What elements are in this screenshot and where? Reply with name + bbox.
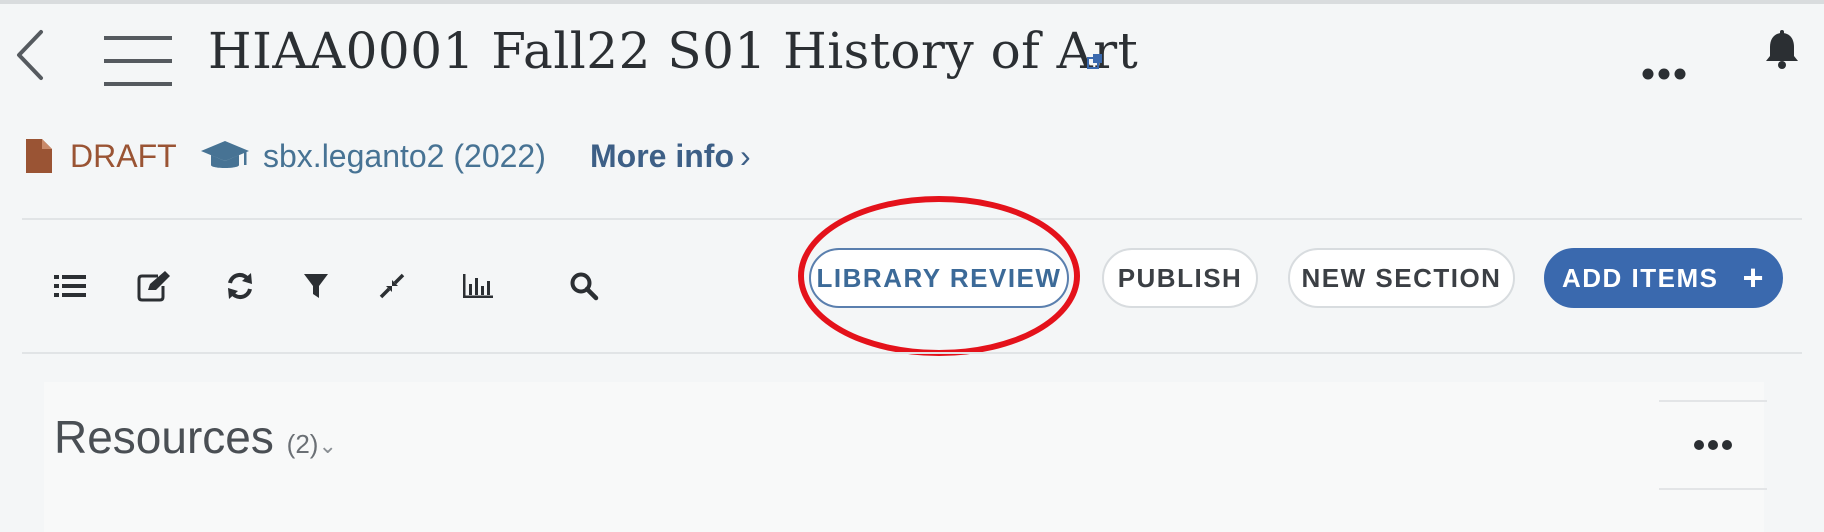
add-items-label: ADD ITEMS — [1561, 262, 1719, 293]
document-icon — [22, 136, 56, 176]
hamburger-menu-icon[interactable] — [102, 32, 174, 90]
divider — [22, 218, 1802, 220]
filter-icon[interactable] — [296, 266, 336, 306]
publish-button[interactable]: PUBLISH — [1102, 248, 1258, 308]
divider — [22, 352, 1802, 354]
back-icon[interactable] — [10, 28, 50, 82]
refresh-icon[interactable] — [220, 266, 260, 306]
library-review-button[interactable]: LIBRARY REVIEW — [809, 248, 1069, 308]
more-horizontal-icon[interactable] — [1640, 62, 1688, 86]
add-items-button[interactable]: ADD ITEMS + — [1544, 248, 1783, 308]
more-horizontal-icon — [1694, 440, 1732, 450]
more-info-label: More info — [590, 138, 734, 174]
external-link-icon[interactable] — [1086, 52, 1104, 70]
graduation-cap-icon — [200, 138, 250, 174]
edit-icon[interactable] — [134, 266, 174, 306]
page-title: HIAA0001 Fall22 S01 History of Art — [208, 22, 1139, 80]
plus-icon: + — [1742, 257, 1766, 298]
section-title: Resources — [54, 411, 274, 463]
collapse-icon[interactable] — [372, 266, 412, 306]
status-badge: DRAFT — [70, 138, 177, 174]
section-header[interactable]: Resources (2)⌄ — [54, 410, 337, 464]
section-more-button[interactable] — [1659, 400, 1767, 490]
analytics-icon[interactable] — [458, 266, 498, 306]
chevron-down-icon[interactable]: ⌄ — [318, 433, 336, 458]
list-icon[interactable] — [50, 266, 90, 306]
campus-label: sbx.leganto2 (2022) — [263, 138, 546, 174]
more-info-link[interactable]: More info › — [590, 134, 751, 178]
new-section-button[interactable]: NEW SECTION — [1288, 248, 1515, 308]
chevron-right-icon: › — [739, 138, 751, 174]
section-count: (2) — [286, 429, 319, 459]
search-icon[interactable] — [564, 266, 604, 306]
bell-icon[interactable] — [1762, 28, 1802, 72]
top-border — [0, 0, 1824, 4]
